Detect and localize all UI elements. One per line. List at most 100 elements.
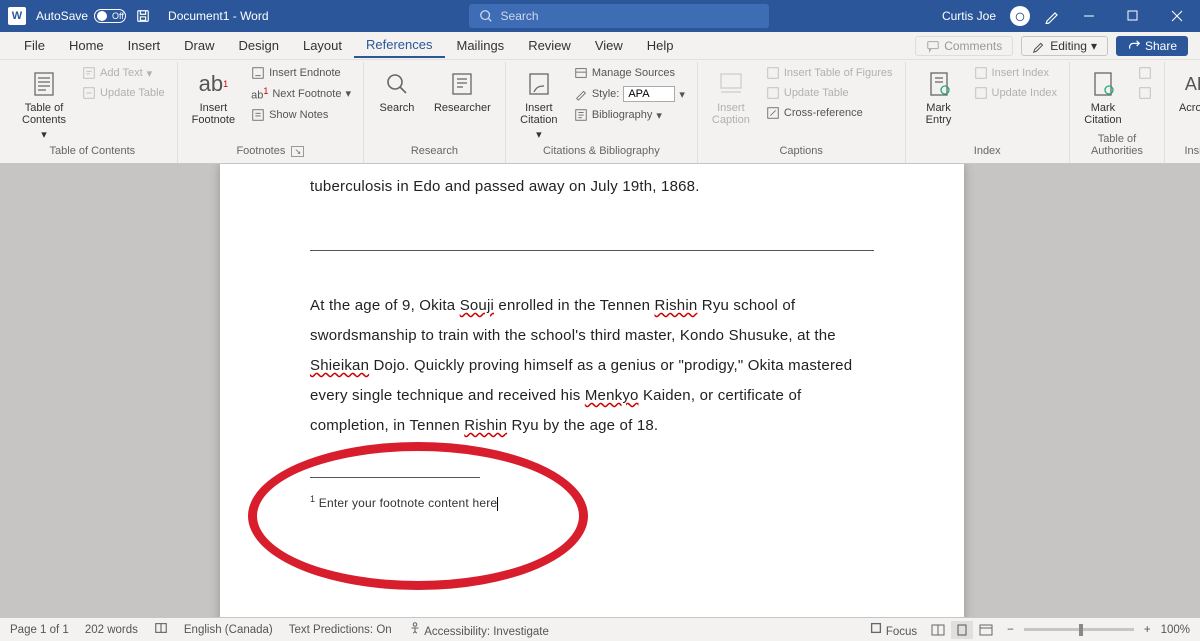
spellcheck-squiggle[interactable]: Rishin <box>464 417 507 434</box>
group-label: Captions <box>706 145 897 161</box>
style-dropdown[interactable]: Style: ▾ <box>570 84 689 104</box>
accessibility-icon <box>408 621 422 635</box>
spellcheck-squiggle[interactable]: Menkyo <box>585 387 639 404</box>
focus-mode-button[interactable]: Focus <box>869 621 918 638</box>
update-caption-table-button[interactable]: Update Table <box>762 84 897 102</box>
toa-insert-button[interactable] <box>1134 64 1156 82</box>
insert-tof-button[interactable]: Insert Table of Figures <box>762 64 897 82</box>
print-layout-button[interactable] <box>951 621 973 639</box>
read-mode-button[interactable] <box>927 621 949 639</box>
maximize-button[interactable] <box>1118 4 1148 28</box>
mark-entry-button[interactable]: Mark Entry <box>914 64 964 130</box>
caption-icon <box>717 70 745 98</box>
mark-entry-icon <box>925 70 953 98</box>
toa-update-button[interactable] <box>1134 84 1156 102</box>
group-insights: ABC Acronyms Insights <box>1165 62 1200 163</box>
search-input[interactable]: Search <box>469 4 769 28</box>
style-value[interactable] <box>623 86 675 102</box>
zoom-level[interactable]: 100% <box>1161 624 1190 636</box>
researcher-icon <box>448 70 476 98</box>
group-label: Research <box>372 145 497 161</box>
group-label: Footnotes ↘ <box>186 145 355 161</box>
notes-icon <box>251 108 265 122</box>
close-button[interactable] <box>1162 4 1192 28</box>
tab-mailings[interactable]: Mailings <box>445 34 517 57</box>
insert-footnote-button[interactable]: ab1 Insert Footnote <box>186 64 241 130</box>
username[interactable]: Curtis Joe <box>942 9 996 23</box>
update-table-button[interactable]: Update Table <box>78 84 169 102</box>
tab-insert[interactable]: Insert <box>116 34 173 57</box>
manage-sources-button[interactable]: Manage Sources <box>570 64 689 82</box>
status-spell-icon[interactable] <box>154 621 168 638</box>
document-canvas[interactable]: tuberculosis in Edo and passed away on J… <box>0 164 1200 617</box>
footnote-area[interactable]: 1 Enter your footnote content here <box>310 477 874 518</box>
comments-button[interactable]: Comments <box>915 36 1013 56</box>
minimize-button[interactable] <box>1074 4 1104 28</box>
menu-bar: File Home Insert Draw Design Layout Refe… <box>0 32 1200 60</box>
search-button[interactable]: Search <box>372 64 422 118</box>
acronyms-button[interactable]: ABC Acronyms <box>1173 64 1200 118</box>
tab-design[interactable]: Design <box>227 34 291 57</box>
table-of-contents-button[interactable]: Table of Contents▾ <box>16 64 72 145</box>
tab-review[interactable]: Review <box>516 34 583 57</box>
search-icon <box>479 9 493 23</box>
text-cursor-icon <box>497 497 498 511</box>
next-footnote-button[interactable]: ab1 Next Footnote ▾ <box>247 84 355 104</box>
mark-citation-icon <box>1089 70 1117 98</box>
add-text-button[interactable]: Add Text ▾ <box>78 64 169 82</box>
update-icon <box>766 86 780 100</box>
show-notes-button[interactable]: Show Notes <box>247 106 355 124</box>
user-avatar-icon[interactable]: ◯ <box>1010 6 1030 26</box>
spellcheck-squiggle[interactable]: Souji <box>460 297 494 314</box>
status-predictions[interactable]: Text Predictions: On <box>289 624 392 636</box>
researcher-button[interactable]: Researcher <box>428 64 497 118</box>
insert-index-button[interactable]: Insert Index <box>970 64 1061 82</box>
spellcheck-squiggle[interactable]: Shieikan <box>310 357 369 374</box>
zoom-slider[interactable] <box>1024 628 1134 631</box>
save-icon[interactable] <box>136 9 150 23</box>
tab-references[interactable]: References <box>354 33 444 58</box>
pen-icon[interactable] <box>1044 8 1060 24</box>
status-page[interactable]: Page 1 of 1 <box>10 624 69 636</box>
footnote-content[interactable]: Enter your footnote content here <box>315 496 497 510</box>
body-paragraph[interactable]: At the age of 9, Okita Souji enrolled in… <box>310 291 874 441</box>
chevron-down-icon: ▾ <box>1091 39 1097 53</box>
insert-endnote-button[interactable]: Insert Endnote <box>247 64 355 82</box>
update-icon <box>974 86 988 100</box>
web-layout-button[interactable] <box>975 621 997 639</box>
bibliography-button[interactable]: Bibliography ▾ <box>570 106 689 124</box>
cross-reference-button[interactable]: Cross-reference <box>762 104 897 122</box>
tab-help[interactable]: Help <box>635 34 686 57</box>
zoom-out-button[interactable]: − <box>1007 624 1014 636</box>
spellcheck-squiggle[interactable]: Rishin <box>655 297 698 314</box>
status-bar: Page 1 of 1 202 words English (Canada) T… <box>0 617 1200 641</box>
status-accessibility[interactable]: Accessibility: Investigate <box>408 621 549 638</box>
toc-icon <box>30 70 58 98</box>
body-paragraph[interactable]: tuberculosis in Edo and passed away on J… <box>310 164 874 202</box>
insert-citation-button[interactable]: Insert Citation ▾ <box>514 64 564 145</box>
update-index-button[interactable]: Update Index <box>970 84 1061 102</box>
toggle-icon: Off <box>94 9 126 23</box>
ribbon: Table of Contents▾ Add Text ▾ Update Tab… <box>0 60 1200 164</box>
share-button[interactable]: Share <box>1116 36 1188 56</box>
title-bar: W AutoSave Off Document1 - Word Search C… <box>0 0 1200 32</box>
comment-icon <box>926 39 940 53</box>
tab-file[interactable]: File <box>12 34 57 57</box>
search-icon <box>383 70 411 98</box>
tab-view[interactable]: View <box>583 34 635 57</box>
editing-dropdown[interactable]: Editing ▾ <box>1021 36 1108 56</box>
tab-draw[interactable]: Draw <box>172 34 226 57</box>
autosave-toggle[interactable]: AutoSave Off <box>36 9 126 23</box>
dialog-launcher-icon[interactable]: ↘ <box>291 146 304 157</box>
tab-home[interactable]: Home <box>57 34 116 57</box>
bibliography-icon <box>574 108 588 122</box>
status-language[interactable]: English (Canada) <box>184 624 273 636</box>
group-captions: Insert Caption Insert Table of Figures U… <box>698 62 906 163</box>
tab-layout[interactable]: Layout <box>291 34 354 57</box>
mark-citation-button[interactable]: Mark Citation <box>1078 64 1128 130</box>
document-page[interactable]: tuberculosis in Edo and passed away on J… <box>220 164 964 617</box>
endnote-icon <box>251 66 265 80</box>
status-word-count[interactable]: 202 words <box>85 624 138 636</box>
insert-caption-button[interactable]: Insert Caption <box>706 64 756 130</box>
zoom-in-button[interactable]: + <box>1144 624 1151 636</box>
